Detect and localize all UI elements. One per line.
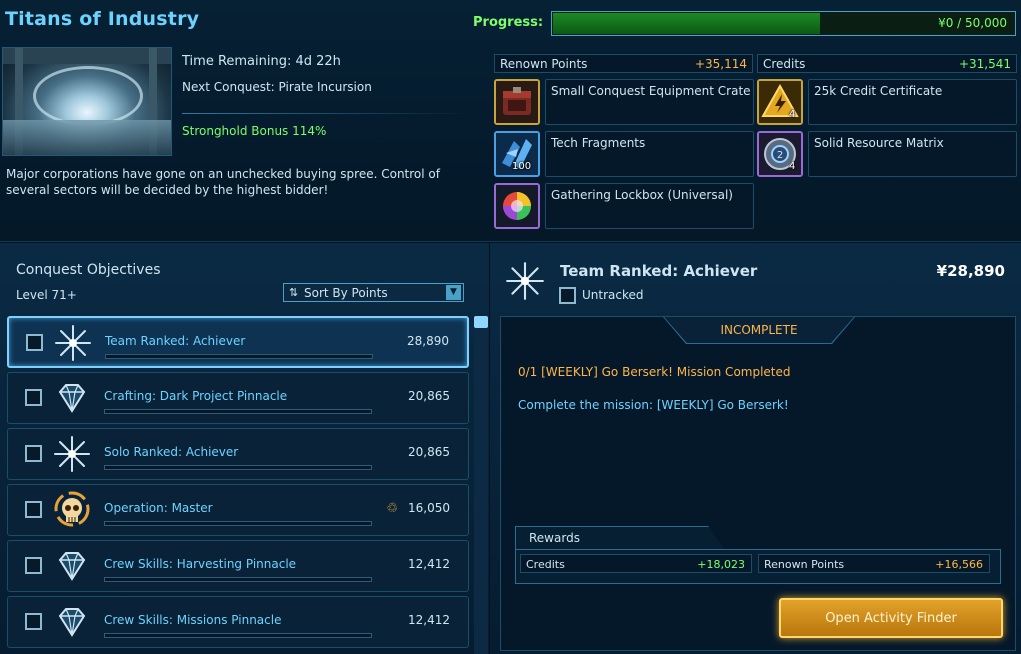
objective-row[interactable]: Crew Skills: Missions Pinnacle 12,412 [7,596,469,648]
renown-points-value: +35,114 [694,57,747,71]
detail-points: ¥28,890 [936,262,1005,280]
conquest-title: Titans of Industry [5,8,200,30]
rewards-label: Rewards [529,531,580,545]
renown-points-summary: Renown Points +35,114 [494,54,753,73]
diamond-icon [52,602,92,642]
task-description: Complete the mission: [WEEKLY] Go Berser… [518,398,789,412]
objective-name: Operation: Master [104,501,213,515]
track-checkbox[interactable] [26,334,43,351]
detail-title: Team Ranked: Achiever [560,262,758,280]
time-remaining: Time Remaining: 4d 22h [182,54,341,69]
track-checkbox[interactable] [25,501,42,518]
objective-name: Team Ranked: Achiever [105,334,246,348]
objective-points: 16,050 [408,501,450,515]
objectives-panel: Conquest Objectives Level 71+ ⇅ Sort By … [0,243,489,654]
reward-renown-label: Renown Points [764,558,845,571]
reward-item[interactable]: 4 25k Credit Certificate [757,79,1017,125]
reward-name: 25k Credit Certificate [814,84,943,98]
objective-progress-bar [104,409,372,414]
repeatable-icon: ♲ [386,501,398,516]
renown-points-label: Renown Points [500,57,588,71]
objectives-title: Conquest Objectives [16,262,161,278]
objective-progress-bar [104,577,372,582]
objective-progress-bar [104,521,372,526]
starburst-icon [52,434,92,474]
starburst-icon [504,260,546,302]
reward-item[interactable]: 2 4 Solid Resource Matrix [757,131,1017,177]
objective-points: 12,412 [408,613,450,627]
objective-name: Crew Skills: Missions Pinnacle [104,613,282,627]
credits-label: Credits [763,57,806,71]
credits-value: +31,541 [958,57,1011,71]
objective-row[interactable]: Crew Skills: Harvesting Pinnacle 12,412 [7,540,469,592]
untracked-checkbox[interactable] [559,287,576,304]
objectives-level: Level 71+ [16,288,77,302]
track-checkbox[interactable] [25,613,42,630]
track-checkbox[interactable] [25,389,42,406]
crate-icon [494,79,540,125]
lockbox-icon [494,183,540,229]
reward-item[interactable]: Small Conquest Equipment Crate [494,79,754,125]
objective-detail-panel: Team Ranked: Achiever ¥28,890 Untracked … [490,243,1021,654]
svg-text:2: 2 [777,150,783,161]
reward-name: Tech Fragments [551,136,646,150]
conquest-image [2,47,172,156]
track-checkbox[interactable] [25,557,42,574]
progress-label: Progress: [473,15,544,30]
objective-points: 12,412 [408,557,450,571]
scrollbar-thumb[interactable] [474,316,488,328]
progress-text: ¥0 / 50,000 [938,16,1007,30]
objective-name: Solo Ranked: Achiever [104,445,239,459]
objective-points: 28,890 [407,334,449,348]
reward-item[interactable]: 100 Tech Fragments [494,131,754,177]
credits-summary: Credits +31,541 [757,54,1017,73]
reward-name: Small Conquest Equipment Crate [551,84,751,98]
objective-row[interactable]: Solo Ranked: Achiever 20,865 [7,428,469,480]
sort-icon: ⇅ [289,286,299,299]
sort-label: Sort By Points [304,286,388,300]
progress-bar: ¥0 / 50,000 [551,11,1016,36]
objective-row[interactable]: Crafting: Dark Project Pinnacle 20,865 [7,372,469,424]
sort-dropdown[interactable]: ⇅ Sort By Points ▼ [283,283,464,302]
status-label: INCOMPLETE [720,323,798,337]
conquest-header-panel: Titans of Industry Time Remaining: 4d 22… [0,0,1021,242]
objective-name: Crew Skills: Harvesting Pinnacle [104,557,297,571]
objective-points: 20,865 [408,445,450,459]
divider [182,113,472,114]
task-progress: 0/1 [WEEKLY] Go Berserk! Mission Complet… [518,365,791,379]
objective-row[interactable]: Operation: Master ♲ 16,050 [7,484,469,536]
reward-name: Solid Resource Matrix [814,136,944,150]
reward-credits-value: +18,023 [697,558,745,571]
conquest-description: Major corporations have gone on an unche… [6,167,440,197]
open-activity-finder-label: Open Activity Finder [825,611,957,626]
progress-fill [553,13,820,34]
scrollbar-track[interactable] [474,316,488,654]
objective-progress-bar [104,633,372,638]
diamond-icon [52,546,92,586]
starburst-icon [53,323,93,363]
objective-progress-bar [105,354,373,359]
rewards-section: Rewards Credits +18,023 Renown Points +1… [515,526,1002,584]
objective-row[interactable]: Team Ranked: Achiever 28,890 [7,316,469,368]
next-conquest: Next Conquest: Pirate Incursion [182,80,372,94]
untracked-label: Untracked [582,288,644,302]
stronghold-bonus: Stronghold Bonus 114% [182,124,327,138]
objective-name: Crafting: Dark Project Pinnacle [104,389,288,403]
chevron-down-icon: ▼ [446,285,461,300]
reward-credits-label: Credits [526,558,565,571]
reward-renown-value: +16,566 [935,558,983,571]
skull-icon [52,490,92,530]
reward-renown: Renown Points +16,566 [758,554,990,573]
diamond-icon [52,378,92,418]
objective-progress-bar [104,465,372,470]
reward-credits: Credits +18,023 [520,554,752,573]
open-activity-finder-button[interactable]: Open Activity Finder [779,598,1003,638]
track-checkbox[interactable] [25,445,42,462]
reward-name: Gathering Lockbox (Universal) [551,188,733,202]
objective-points: 20,865 [408,389,450,403]
reward-item[interactable]: Gathering Lockbox (Universal) [494,183,754,229]
